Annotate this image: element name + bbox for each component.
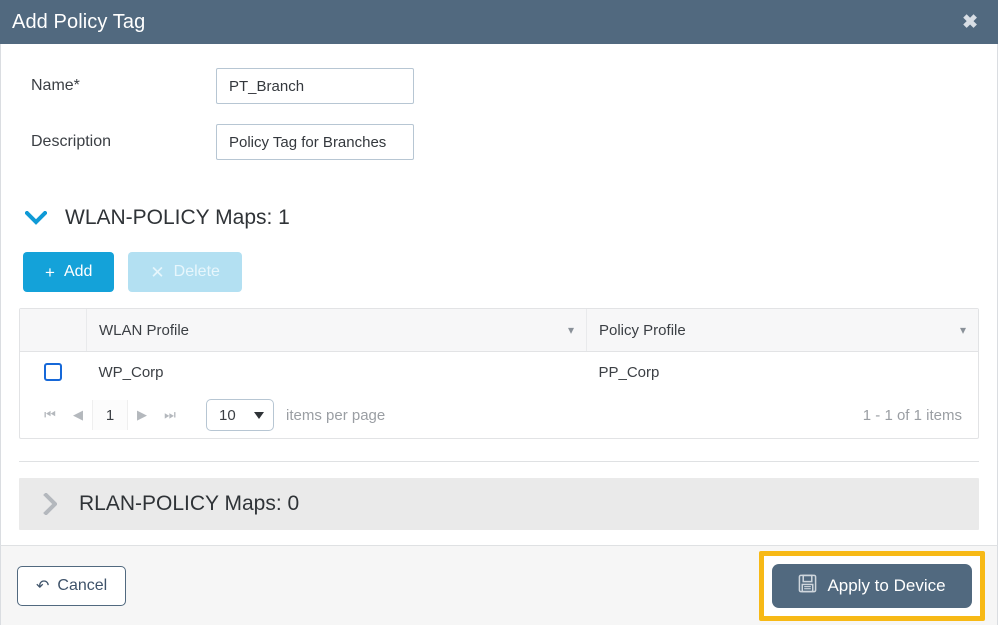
pagination: ⏮ ◀ 1 ▶ ⏭ 10 items per page 1 - 1 of 1 i…	[20, 392, 978, 438]
row-select-cell	[20, 352, 87, 393]
chevron-right-icon	[37, 493, 63, 515]
delete-button-label: Delete	[173, 263, 220, 280]
description-row: Description	[1, 114, 997, 170]
table-row[interactable]: WP_Corp PP_Corp	[20, 352, 978, 393]
section-divider	[19, 461, 979, 462]
wlan-policy-section-header[interactable]: WLAN-POLICY Maps: 1	[1, 194, 997, 242]
caret-down-icon	[254, 411, 264, 419]
apply-button-highlight: Apply to Device	[759, 550, 985, 621]
apply-to-device-label: Apply to Device	[827, 575, 946, 595]
next-page-icon[interactable]: ▶	[128, 407, 156, 423]
policy-profile-column-label: Policy Profile	[599, 321, 686, 339]
chevron-down-icon	[23, 211, 49, 225]
cancel-button[interactable]: ↶ Cancel	[17, 565, 127, 606]
chevron-down-icon[interactable]: ▾	[568, 324, 574, 336]
form-area: Name* Description	[1, 44, 997, 178]
policy-profile-column-header[interactable]: Policy Profile ▾	[586, 309, 978, 352]
row-checkbox[interactable]	[44, 363, 63, 382]
add-policy-tag-dialog: Add Policy Tag ✖ Name* Description WLAN-…	[0, 0, 998, 625]
delete-button[interactable]: ✕ Delete	[128, 252, 242, 292]
apply-to-device-button[interactable]: Apply to Device	[772, 563, 972, 608]
wlan-profile-column-label: WLAN Profile	[99, 321, 190, 339]
prev-page-icon[interactable]: ◀	[64, 407, 92, 423]
dialog-body: Name* Description WLAN-POLICY Maps: 1 + …	[0, 44, 998, 545]
page-number[interactable]: 1	[92, 400, 128, 430]
last-page-icon[interactable]: ⏭	[156, 407, 184, 423]
chevron-down-icon[interactable]: ▾	[960, 324, 966, 336]
wlan-profile-column-header[interactable]: WLAN Profile ▾	[86, 309, 587, 352]
items-count-label: 1 - 1 of 1 items	[862, 406, 962, 424]
add-button-label: Add	[63, 263, 93, 280]
policy-profile-cell: PP_Corp	[598, 363, 660, 381]
select-column-header	[20, 309, 87, 352]
name-row: Name*	[1, 58, 997, 114]
description-label: Description	[31, 133, 112, 150]
cancel-button-label: Cancel	[57, 576, 108, 594]
rlan-policy-section-title: RLAN-POLICY Maps: 0	[79, 492, 300, 515]
save-icon	[798, 574, 817, 598]
dialog-titlebar: Add Policy Tag ✖	[0, 0, 998, 44]
close-icon[interactable]: ✖	[958, 11, 982, 34]
name-label: Name*	[31, 77, 80, 94]
add-button[interactable]: + Add	[23, 252, 115, 292]
dialog-footer: ↶ Cancel Apply to Device	[0, 545, 998, 625]
close-x-icon: ✕	[150, 262, 165, 282]
items-per-page-label: items per page	[286, 406, 386, 424]
plus-icon: +	[45, 262, 55, 282]
name-input[interactable]	[216, 68, 414, 104]
wlan-profile-cell: WP_Corp	[98, 363, 164, 381]
table-header-row: WLAN Profile ▾ Policy Profile ▾	[20, 309, 978, 352]
rlan-policy-section-header[interactable]: RLAN-POLICY Maps: 0	[19, 478, 979, 530]
wlan-policy-actions: + Add ✕ Delete	[1, 242, 997, 308]
items-per-page-value: 10	[219, 406, 236, 424]
items-per-page-select[interactable]: 10	[206, 399, 274, 431]
undo-icon: ↶	[36, 577, 50, 595]
wlan-policy-section-title: WLAN-POLICY Maps: 1	[65, 206, 290, 229]
description-input[interactable]	[216, 124, 414, 160]
first-page-icon[interactable]: ⏮	[36, 407, 64, 423]
wlan-policy-table: WLAN Profile ▾ Policy Profile ▾ WP_Corp …	[19, 308, 979, 439]
dialog-title: Add Policy Tag	[12, 10, 146, 33]
